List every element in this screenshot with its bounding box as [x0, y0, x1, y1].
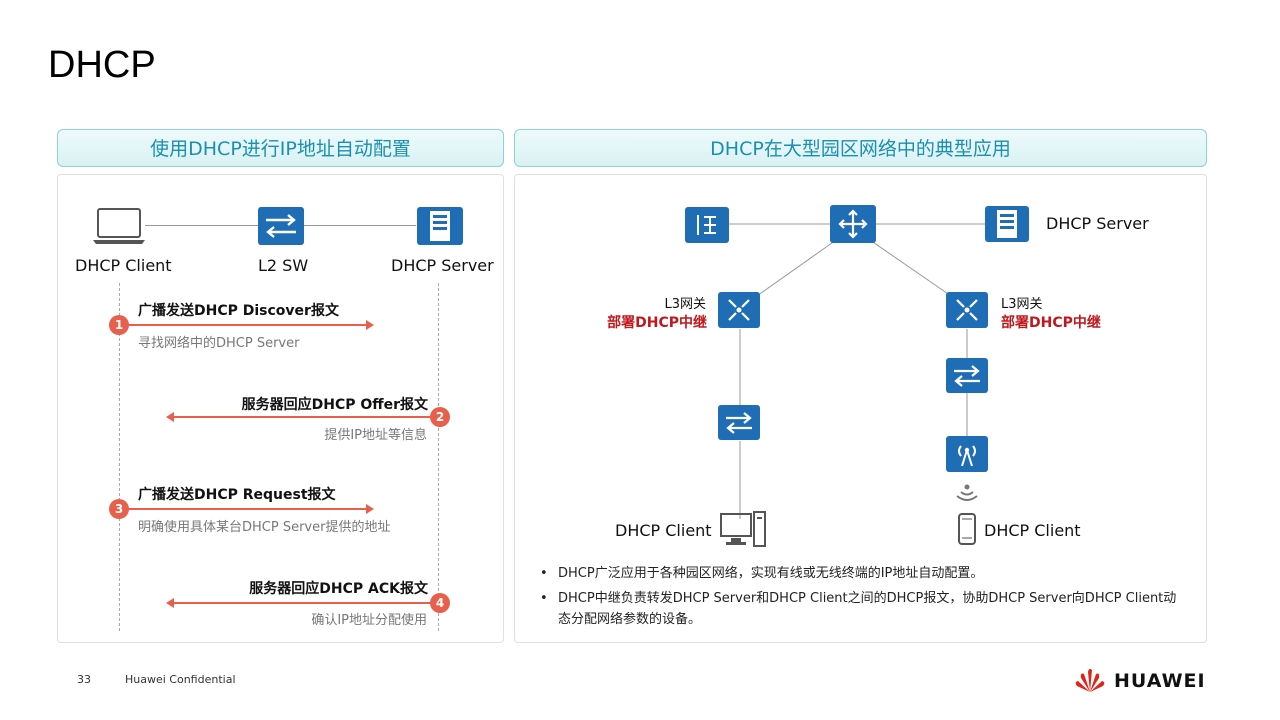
laptop-icon	[92, 207, 146, 249]
access-point-icon	[946, 436, 988, 472]
access-switch-right-icon	[946, 358, 988, 393]
relay-left-label: 部署DHCP中继	[607, 315, 707, 331]
step-number-badge: 4	[430, 593, 450, 613]
mobile-phone-icon	[958, 513, 976, 549]
step-number-badge: 1	[109, 315, 129, 335]
huawei-brand: HUAWEI	[1114, 670, 1206, 692]
l3-switch-right-icon	[946, 292, 988, 328]
step-description: 寻找网络中的DHCP Server	[138, 336, 300, 351]
client-left-label: DHCP Client	[615, 521, 712, 540]
arrow-left	[172, 602, 438, 604]
link-line	[145, 225, 260, 226]
confidential-label: Huawei Confidential	[125, 673, 236, 686]
arrow-head-icon	[366, 320, 374, 330]
firewall-icon	[685, 207, 729, 243]
arrow-right	[119, 508, 369, 510]
client-label: DHCP Client	[75, 256, 172, 275]
arrow-left	[172, 416, 438, 418]
router-icon	[830, 205, 876, 243]
server-label: DHCP Server	[391, 256, 494, 275]
server-lifeline	[438, 283, 439, 631]
client-right-label: DHCP Client	[984, 521, 1081, 540]
step-description: 提供IP地址等信息	[324, 428, 427, 443]
switch-icon	[258, 207, 304, 245]
huawei-logo-icon	[1070, 664, 1110, 698]
page-number: 33	[77, 673, 91, 686]
server-icon	[417, 207, 463, 245]
step-number-badge: 3	[109, 499, 129, 519]
arrow-right	[119, 324, 369, 326]
step-title: 服务器回应DHCP ACK报文	[249, 581, 428, 597]
pc-icon	[719, 510, 767, 552]
client-lifeline	[119, 283, 120, 631]
step-number-badge: 2	[430, 407, 450, 427]
wifi-signal-icon	[954, 480, 980, 508]
dhcp-server-label: DHCP Server	[1046, 214, 1149, 233]
access-switch-left-icon	[718, 405, 760, 440]
right-panel-header: DHCP在大型园区网络中的典型应用	[514, 129, 1207, 167]
relay-right-label: 部署DHCP中继	[1001, 315, 1101, 331]
bullet-item: DHCP中继负责转发DHCP Server和DHCP Client之间的DHCP…	[540, 588, 1180, 630]
l3-switch-left-icon	[718, 292, 760, 328]
dhcp-server-icon	[985, 206, 1029, 242]
arrow-head-icon	[366, 504, 374, 514]
l3-gateway-right-label: L3网关	[1001, 297, 1043, 312]
bullet-item: DHCP广泛应用于各种园区网络，实现有线或无线终端的IP地址自动配置。	[540, 563, 1180, 584]
l3-gateway-left-label: L3网关	[664, 297, 706, 312]
page-title: DHCP	[48, 44, 156, 86]
left-panel-header: 使用DHCP进行IP地址自动配置	[57, 129, 504, 167]
step-title: 广播发送DHCP Request报文	[138, 487, 336, 503]
step-description: 明确使用具体某台DHCP Server提供的地址	[138, 520, 391, 535]
step-title: 广播发送DHCP Discover报文	[138, 303, 339, 319]
bullet-list: DHCP广泛应用于各种园区网络，实现有线或无线终端的IP地址自动配置。 DHCP…	[540, 563, 1180, 634]
switch-label: L2 SW	[258, 256, 309, 275]
step-title: 服务器回应DHCP Offer报文	[241, 397, 428, 413]
link-line	[304, 225, 416, 226]
step-description: 确认IP地址分配使用	[311, 613, 427, 628]
